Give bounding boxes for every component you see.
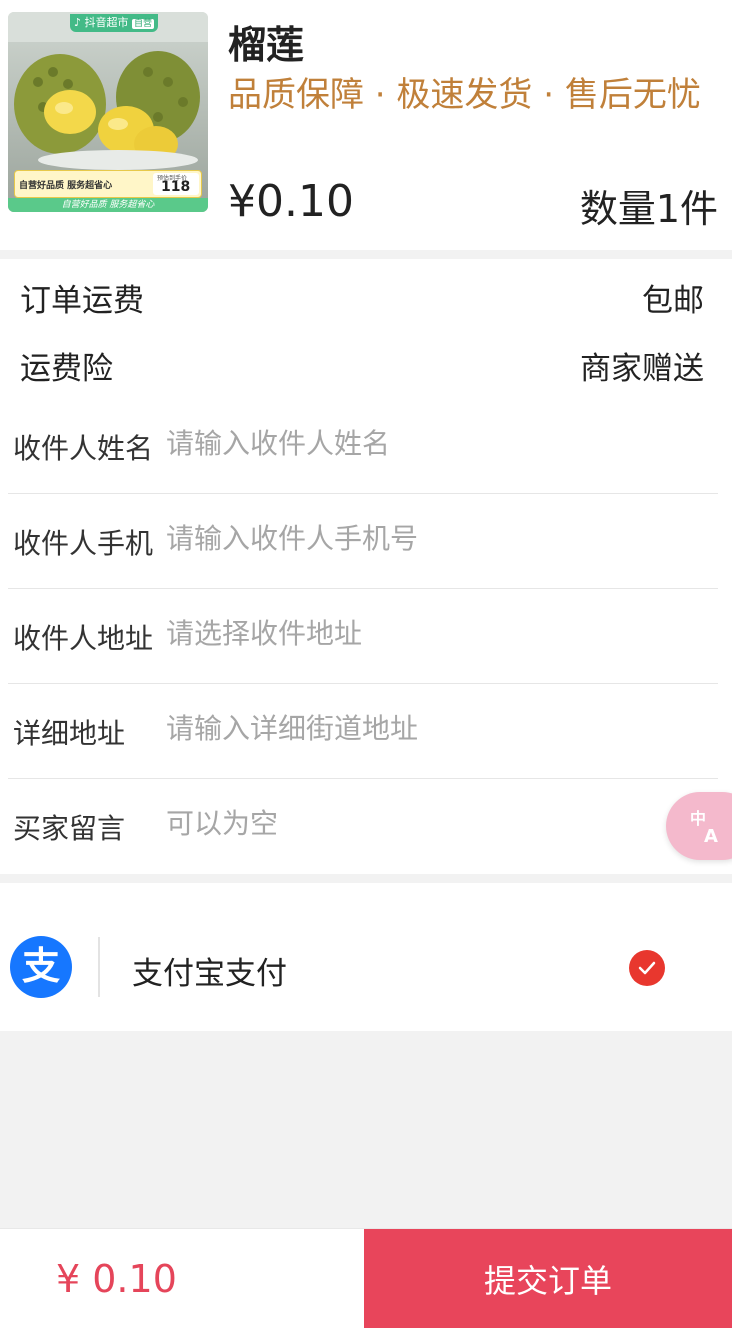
product-price: ¥0.10 (228, 176, 354, 227)
message-input[interactable] (166, 801, 686, 845)
phone-label: 收件人手机 (13, 527, 154, 560)
insurance-label: 运费险 (20, 351, 113, 387)
check-icon[interactable] (629, 950, 665, 986)
product-quantity: 数量1件 (579, 187, 718, 231)
phone-input[interactable] (166, 516, 686, 560)
shipping-row: 订单运费 包邮 (0, 275, 732, 319)
tiktok-icon: ♪ (74, 16, 82, 29)
payment-method-label[interactable]: 支付宝支付 (132, 948, 287, 993)
shipping-label: 订单运费 (20, 283, 144, 319)
detail-address-input[interactable] (166, 706, 686, 750)
product-card: ♪ 抖音超市 自营 自营好品质 服务超省心 预估到手价 118 自营好品质 服务… (0, 0, 732, 250)
insurance-value: 商家赠送 (580, 351, 704, 387)
promo-price-value: 118 (161, 179, 191, 195)
alipay-glyph: 支 (21, 944, 60, 988)
fee-section: 订单运费 包邮 运费险 商家赠送 (0, 259, 732, 399)
detail-address-row: 详细地址 (8, 684, 718, 779)
insurance-row: 运费险 商家赠送 (0, 343, 732, 387)
payment-section (0, 883, 732, 1031)
product-tagline: 品质保障 · 极速发货 · 售后无忧 (228, 75, 701, 115)
message-label: 买家留言 (13, 812, 126, 845)
promo-banner-text: 自营好品质 服务超省心 (19, 181, 113, 191)
name-input[interactable] (166, 421, 686, 465)
promo-banner: 自营好品质 服务超省心 预估到手价 118 (14, 170, 202, 198)
address-row[interactable]: 收件人地址 (8, 589, 718, 684)
brand-badge: ♪ 抖音超市 自营 (70, 14, 159, 32)
address-label: 收件人地址 (13, 622, 154, 655)
svg-text:A: A (704, 826, 718, 846)
checkmark-glyph (638, 961, 656, 975)
name-row: 收件人姓名 (8, 399, 718, 494)
image-footer: 自营好品质 服务超省心 (8, 198, 208, 212)
image-footer-text: 自营好品质 服务超省心 (61, 200, 155, 210)
brand-badge-text: 抖音超市 (84, 16, 129, 29)
detail-address-label: 详细地址 (13, 717, 126, 750)
recipient-form: 收件人姓名 收件人手机 收件人地址 详细地址 买家留言 (0, 399, 732, 874)
bottom-bar: ¥ 0.10 提交订单 (0, 1228, 732, 1328)
payment-divider (98, 937, 100, 997)
order-total: ¥ 0.10 (56, 1257, 177, 1301)
address-select[interactable] (166, 611, 686, 655)
submit-order-button[interactable]: 提交订单 (364, 1229, 732, 1328)
promo-price-box: 预估到手价 118 (153, 173, 199, 195)
alipay-icon: 支 (10, 936, 72, 998)
product-name: 榴莲 (228, 23, 305, 67)
translate-button[interactable]: 中 A (666, 792, 732, 860)
translate-icon: 中 A (690, 809, 718, 846)
phone-row: 收件人手机 (8, 494, 718, 589)
self-badge-text: 自营 (132, 19, 155, 29)
product-image[interactable]: ♪ 抖音超市 自营 自营好品质 服务超省心 预估到手价 118 自营好品质 服务… (8, 12, 208, 212)
shipping-value: 包邮 (642, 283, 704, 319)
message-row: 买家留言 (8, 779, 718, 874)
name-label: 收件人姓名 (13, 432, 154, 465)
